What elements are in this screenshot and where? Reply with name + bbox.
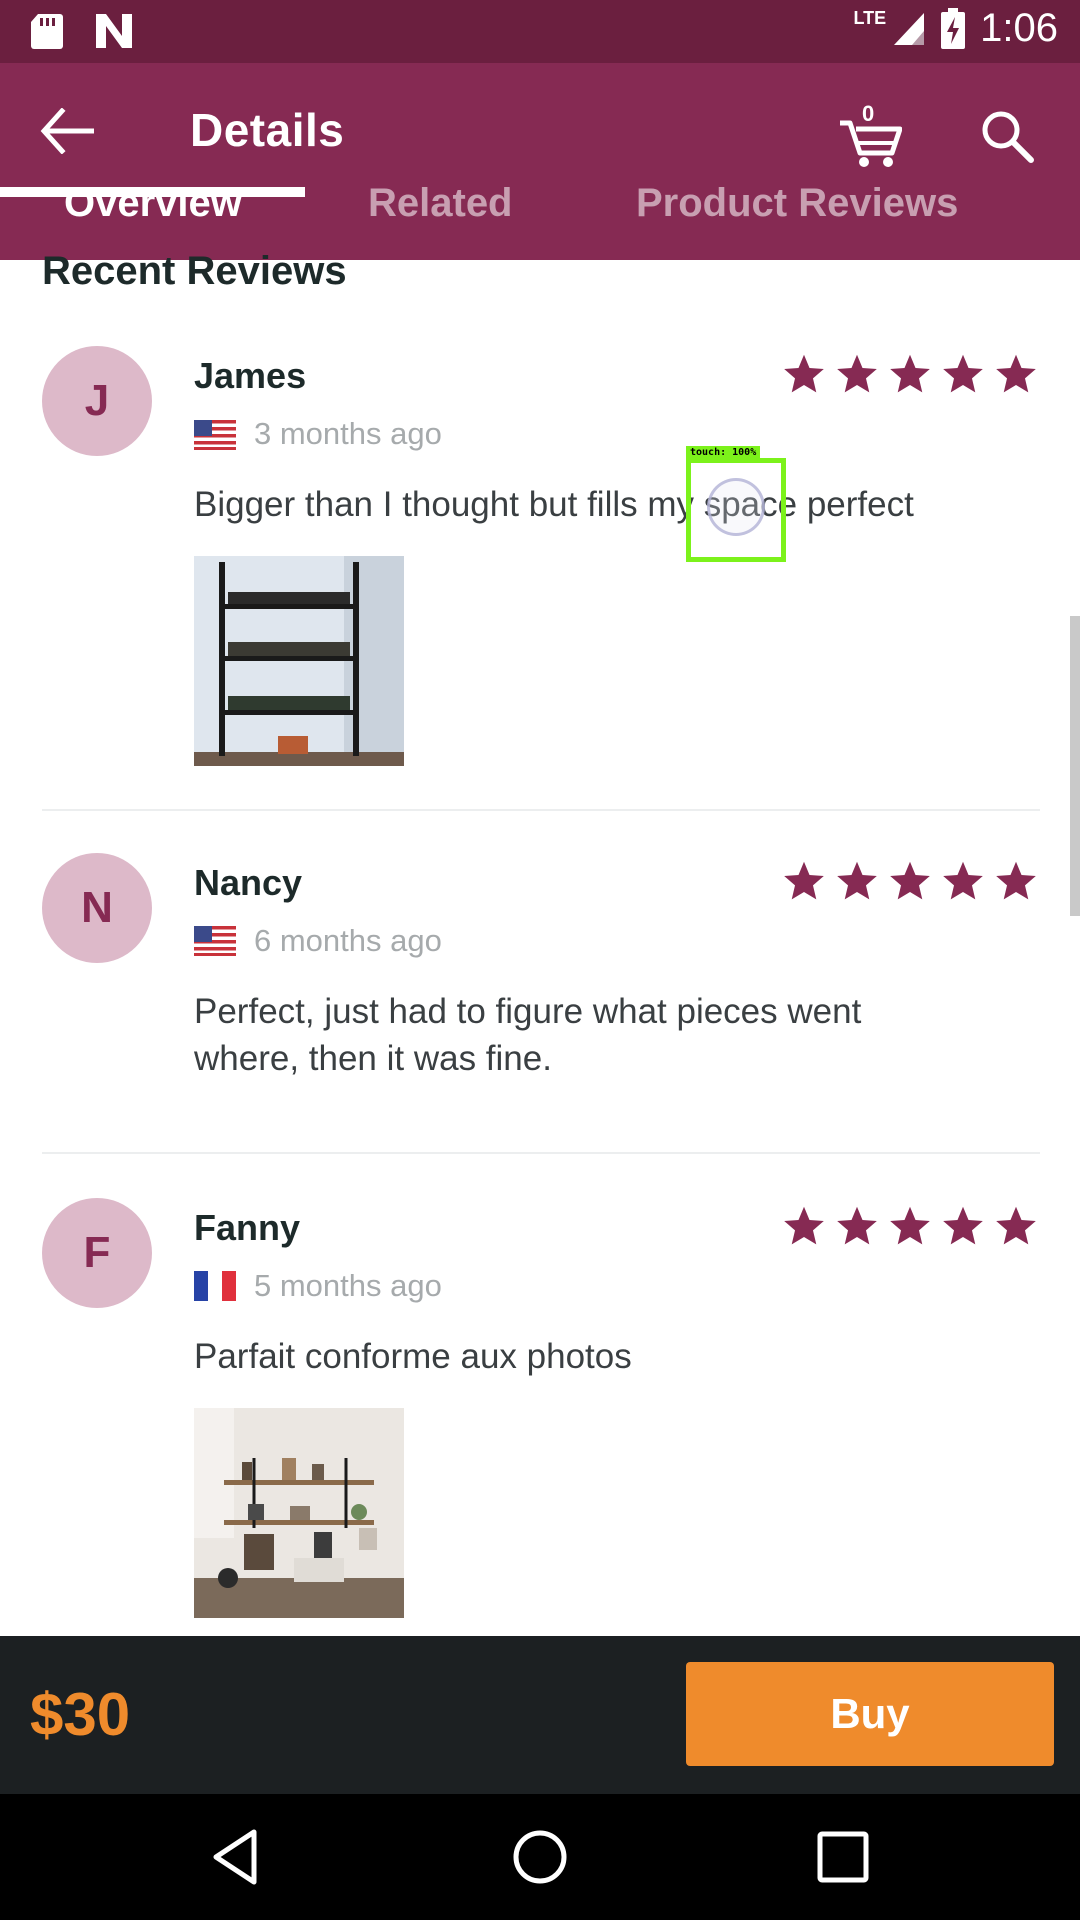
review-comment: Bigger than I thought but fills my space… (194, 485, 914, 524)
nav-home-icon[interactable] (509, 1826, 571, 1888)
tab-product-reviews[interactable]: Product Reviews (636, 181, 958, 226)
reviewer-name: Nancy (194, 862, 303, 903)
divider (42, 1152, 1040, 1154)
back-arrow-icon[interactable] (40, 108, 106, 154)
star-icon (996, 1206, 1036, 1245)
star-rating (782, 859, 1038, 903)
star-icon (890, 354, 930, 393)
cart-count-badge: 0 (862, 101, 875, 126)
network-type: LTE (853, 8, 887, 28)
review-photo[interactable] (194, 1408, 404, 1618)
tab-related[interactable]: Related (368, 181, 513, 226)
review-comment: Parfait conforme aux photos (194, 1337, 632, 1376)
star-icon (784, 861, 824, 900)
sd-card-icon (31, 14, 63, 49)
reviewer-name: Fanny (194, 1207, 301, 1248)
us-flag-icon (194, 420, 236, 450)
star-icon (943, 1206, 983, 1245)
touch-ripple (707, 478, 765, 536)
us-flag-icon (194, 926, 236, 956)
nav-back-icon[interactable] (206, 1826, 268, 1888)
nav-recents-icon[interactable] (812, 1826, 874, 1888)
star-rating (782, 1204, 1038, 1248)
price: $30 (30, 1681, 131, 1748)
app-bar: Details 0 Overview Related Product Revie… (0, 63, 1080, 260)
status-bar: LTE 1:06 (0, 0, 1080, 63)
review-comment: Perfect, just had to figure what pieces … (194, 992, 862, 1078)
buy-button[interactable]: Buy (686, 1662, 1054, 1766)
avatar: J (42, 346, 152, 456)
star-icon (837, 861, 877, 900)
scrollbar[interactable] (1070, 616, 1080, 916)
avatar: F (42, 1198, 152, 1308)
reviewer-name: James (194, 355, 307, 396)
avatar: N (42, 853, 152, 963)
star-icon (837, 1206, 877, 1245)
star-icon (890, 861, 930, 900)
review-time: 5 months ago (254, 1268, 442, 1303)
review-photo[interactable] (194, 556, 404, 766)
page-title: Details (190, 104, 345, 156)
clock: 1:06 (980, 6, 1058, 50)
search-icon[interactable] (980, 109, 1034, 163)
review-time: 6 months ago (254, 923, 442, 958)
review-time: 3 months ago (254, 416, 442, 451)
fr-flag-icon (194, 1271, 236, 1301)
signal-icon (894, 12, 925, 45)
active-tab-indicator (0, 187, 305, 197)
battery-charging-icon (941, 7, 966, 49)
star-icon (996, 354, 1036, 393)
system-nav-bar (0, 1794, 1080, 1920)
star-icon (784, 1206, 824, 1245)
n-notification-icon (96, 14, 132, 48)
star-icon (837, 354, 877, 393)
star-icon (996, 861, 1036, 900)
star-rating (782, 352, 1038, 396)
divider (42, 809, 1040, 811)
star-icon (784, 354, 824, 393)
star-icon (890, 1206, 930, 1245)
purchase-bar: $30 Buy (0, 1636, 1080, 1794)
section-title: Recent Reviews (42, 249, 347, 293)
star-icon (943, 861, 983, 900)
star-icon (943, 354, 983, 393)
